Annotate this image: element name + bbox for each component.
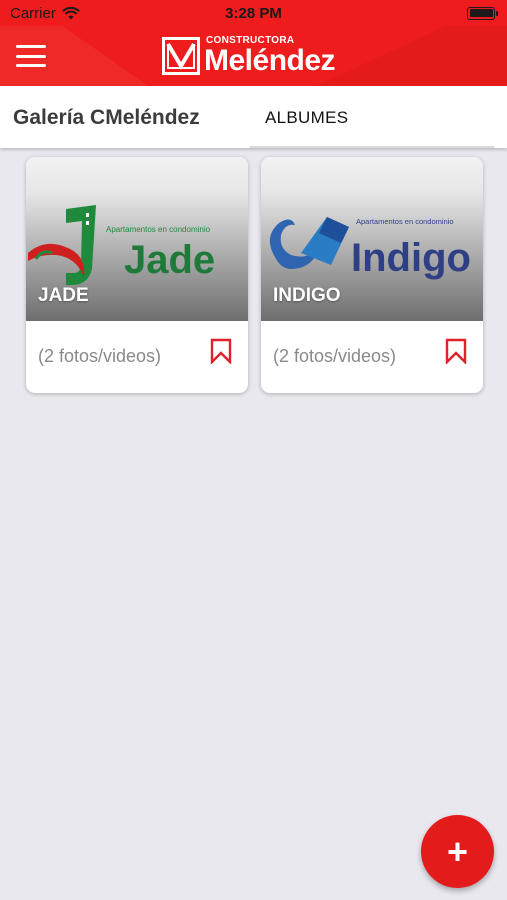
add-album-button[interactable]: + xyxy=(421,815,494,888)
album-cover-image: Apartamentos en condominio Indigo INDIGO xyxy=(261,157,483,321)
logo-mark-icon xyxy=(162,37,200,75)
bookmark-icon[interactable] xyxy=(445,338,467,364)
gallery-header: Galería CMeléndez ALBUMES xyxy=(0,86,507,148)
album-title: JADE xyxy=(38,285,89,306)
indigo-logo-caption: Apartamentos en condominio xyxy=(356,217,454,226)
album-media-count: (2 fotos/videos) xyxy=(273,346,397,366)
status-bar: Carrier 3:28 PM xyxy=(0,0,507,26)
album-card-indigo[interactable]: Apartamentos en condominio Indigo INDIGO… xyxy=(261,157,483,393)
battery-icon xyxy=(467,6,498,20)
brand-logo: CONSTRUCTORA Meléndez xyxy=(162,36,336,77)
tab-albums-label: ALBUMES xyxy=(265,108,349,127)
menu-button[interactable] xyxy=(16,42,46,70)
album-media-count: (2 fotos/videos) xyxy=(38,346,162,366)
app-bar: CONSTRUCTORA Meléndez xyxy=(0,26,507,86)
hamburger-icon-bar xyxy=(16,54,46,58)
jade-logo-word: Jade xyxy=(124,238,215,282)
tab-albums[interactable]: ALBUMES xyxy=(250,86,494,148)
album-card-jade[interactable]: Apartamentos en condominio Jade JADE (2 … xyxy=(26,157,248,393)
wifi-icon xyxy=(62,6,80,19)
jade-logo-caption: Apartamentos en condominio xyxy=(106,225,211,234)
status-left: Carrier xyxy=(10,5,80,22)
page-title: Galería CMeléndez xyxy=(13,106,200,129)
carrier-label: Carrier xyxy=(10,4,56,22)
hamburger-icon-bar xyxy=(16,45,46,48)
album-title: INDIGO xyxy=(273,285,341,306)
bookmark-icon[interactable] xyxy=(210,338,232,364)
hamburger-icon-bar xyxy=(16,64,46,67)
logo-title: Meléndez xyxy=(204,44,336,77)
indigo-logo-word: Indigo xyxy=(351,236,471,280)
album-cover-image: Apartamentos en condominio Jade JADE xyxy=(26,157,248,321)
